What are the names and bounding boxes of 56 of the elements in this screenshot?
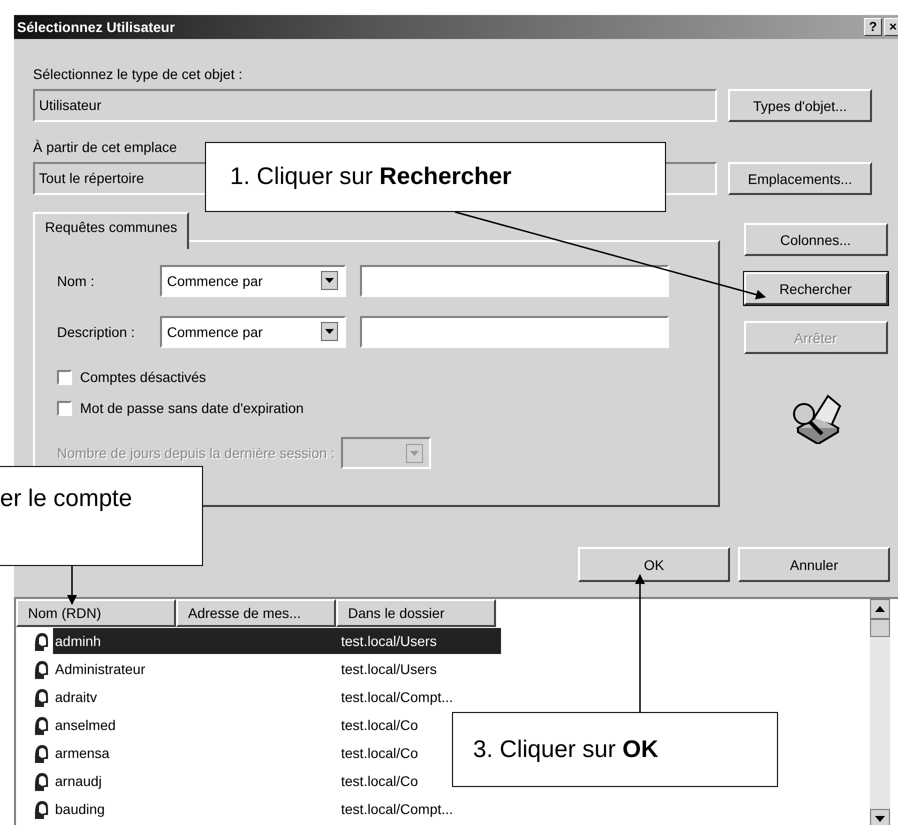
tab[interactable]: Requêtes communes bbox=[33, 212, 190, 249]
close-button[interactable]: × bbox=[884, 18, 898, 36]
folder-cell-text: test.local/Co bbox=[341, 772, 418, 791]
field-label: Sélectionnez le type de cet objet : bbox=[33, 65, 244, 83]
user-icon bbox=[32, 743, 50, 763]
match-dropdown[interactable]: Commence par bbox=[160, 316, 346, 348]
folder-cell-text: test.local/Co bbox=[341, 716, 418, 735]
checkbox[interactable] bbox=[57, 370, 72, 384]
scroll-thumb[interactable] bbox=[870, 619, 890, 637]
text-field[interactable] bbox=[360, 264, 669, 296]
action-button[interactable]: Rechercher bbox=[744, 272, 888, 305]
user-icon bbox=[32, 631, 50, 651]
object-types-button[interactable]: Types d'objet... bbox=[728, 89, 872, 122]
name-cell[interactable]: anselmed bbox=[53, 712, 178, 738]
checkbox-label: Mot de passe sans date d'expiration bbox=[80, 400, 304, 416]
pointer-arrow bbox=[65, 566, 79, 606]
user-icon bbox=[32, 799, 50, 819]
object-type-field[interactable]: Utilisateur bbox=[33, 89, 717, 122]
name-cell[interactable]: adminh bbox=[53, 628, 178, 654]
days-label: Nombre de jours depuis la dernière session : bbox=[57, 445, 335, 461]
user-icon bbox=[32, 687, 50, 707]
user-icon bbox=[32, 659, 50, 679]
name-cell[interactable]: armensa bbox=[53, 740, 178, 766]
window-title: Sélectionnez Utilisateur bbox=[17, 19, 175, 35]
help-button[interactable]: ? bbox=[864, 18, 882, 36]
field-label: À partir de cet emplace bbox=[33, 138, 178, 156]
field-label: Description : bbox=[57, 324, 136, 340]
folder-cell-text: test.local/Users bbox=[341, 660, 437, 679]
folder-cell-text: test.local/Co bbox=[341, 744, 418, 763]
text-field[interactable] bbox=[360, 316, 669, 348]
checkbox-label: Comptes désactivés bbox=[80, 369, 206, 385]
name-cell[interactable]: arnaudj bbox=[53, 768, 178, 794]
name-cell[interactable]: bauding bbox=[53, 796, 178, 822]
name-cell[interactable]: adraitv bbox=[53, 684, 178, 710]
match-dropdown[interactable]: Commence par bbox=[160, 264, 346, 296]
field-label: Nom : bbox=[57, 272, 96, 288]
folder-cell-text: test.local/Compt... bbox=[341, 688, 454, 707]
scroll-down-icon[interactable] bbox=[870, 809, 890, 825]
cancel-button[interactable]: Annuler bbox=[738, 547, 890, 582]
column-header[interactable]: Adresse de mes... bbox=[176, 599, 336, 627]
ok-button[interactable]: OK bbox=[578, 547, 730, 582]
column-header[interactable]: Dans le dossier bbox=[336, 599, 496, 627]
name-cell[interactable]: Administrateur bbox=[53, 656, 178, 682]
locations-button[interactable]: Emplacements... bbox=[728, 162, 872, 195]
action-button[interactable]: Colonnes... bbox=[744, 223, 888, 256]
callout-tooltip: 1. Cliquer sur Rechercher bbox=[205, 142, 666, 212]
callout-tooltip: er le compte bbox=[0, 466, 203, 566]
scroll-up-icon[interactable] bbox=[870, 599, 890, 619]
column-header[interactable]: Nom (RDN) bbox=[16, 599, 176, 627]
scrollbar[interactable] bbox=[870, 599, 890, 825]
folder-cell: test.local/Users bbox=[341, 628, 501, 654]
folder-cell-text: test.local/Compt... bbox=[341, 800, 454, 819]
callout-tooltip: 3. Cliquer sur OK bbox=[452, 712, 778, 787]
user-icon bbox=[32, 771, 50, 791]
user-icon bbox=[32, 715, 50, 735]
checkbox[interactable] bbox=[57, 400, 72, 416]
